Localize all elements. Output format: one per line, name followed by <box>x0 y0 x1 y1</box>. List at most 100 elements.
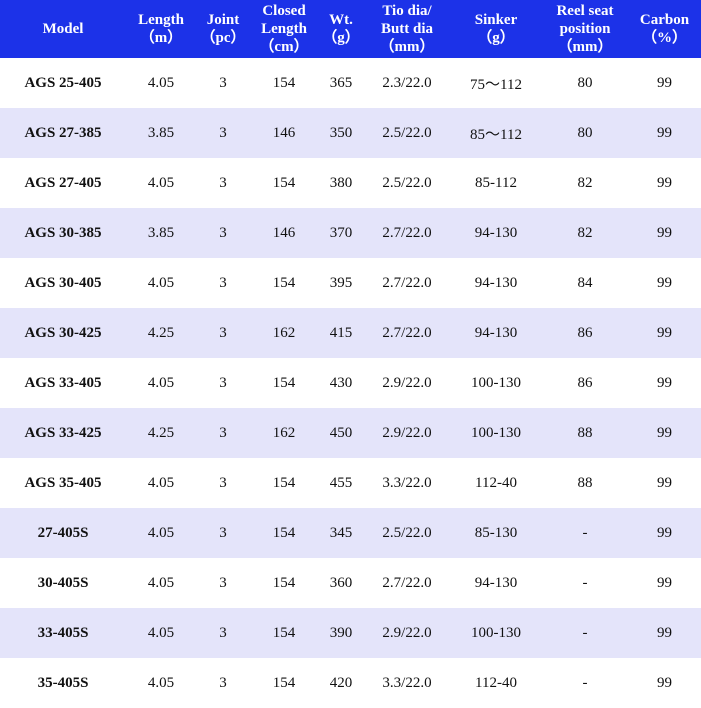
cell-length: 3.85 <box>126 208 196 258</box>
column-header-closed-length: Closed Length （cm） <box>250 0 318 58</box>
column-header-line: position <box>559 21 611 37</box>
table-row: AGS 33-425 4.25 3 162 450 2.9/22.0 100-130 88 99 <box>0 408 701 458</box>
column-header-line: Wt. <box>329 12 353 28</box>
cell-carbon: 99 <box>628 58 701 108</box>
cell-joint: 3 <box>196 108 250 158</box>
table-row: AGS 30-425 4.25 3 162 415 2.7/22.0 94-130 86 99 <box>0 308 701 358</box>
cell-sinker: 112-40 <box>450 458 542 508</box>
cell-sinker: 85～112 <box>450 108 542 158</box>
cell-weight: 455 <box>318 458 364 508</box>
cell-sinker: 94-130 <box>450 258 542 308</box>
cell-length: 4.05 <box>126 608 196 658</box>
cell-model: AGS 27-405 <box>0 158 126 208</box>
cell-joint: 3 <box>196 458 250 508</box>
cell-joint: 3 <box>196 308 250 358</box>
table-row: AGS 33-405 4.05 3 154 430 2.9/22.0 100-130 86 99 <box>0 358 701 408</box>
cell-length: 4.25 <box>126 308 196 358</box>
column-header-line: （cm） <box>259 39 309 55</box>
cell-joint: 3 <box>196 208 250 258</box>
column-header-sinker: Sinker （g） <box>450 0 542 58</box>
cell-carbon: 99 <box>628 358 701 408</box>
cell-length: 4.05 <box>126 508 196 558</box>
cell-weight: 430 <box>318 358 364 408</box>
table-row: AGS 30-405 4.05 3 154 395 2.7/22.0 94-130 84 99 <box>0 258 701 308</box>
column-header-line: （%） <box>641 30 687 46</box>
cell-closed-length: 154 <box>250 608 318 658</box>
cell-reel-seat-position: 88 <box>542 408 628 458</box>
cell-carbon: 99 <box>628 108 701 158</box>
cell-tip-butt-dia: 3.3/22.0 <box>364 658 450 708</box>
cell-sinker: 85-130 <box>450 508 542 558</box>
cell-weight: 345 <box>318 508 364 558</box>
cell-reel-seat-position: 86 <box>542 358 628 408</box>
cell-tip-butt-dia: 2.7/22.0 <box>364 258 450 308</box>
cell-tip-butt-dia: 2.9/22.0 <box>364 608 450 658</box>
cell-reel-seat-position: 80 <box>542 108 628 158</box>
column-header-line: Length <box>138 12 184 28</box>
cell-model: AGS 35-405 <box>0 458 126 508</box>
column-header-line: （m） <box>139 30 183 46</box>
cell-length: 4.05 <box>126 658 196 708</box>
column-header-line: Length <box>261 21 307 37</box>
cell-model: AGS 33-405 <box>0 358 126 408</box>
cell-model: AGS 30-425 <box>0 308 126 358</box>
cell-model: AGS 27-385 <box>0 108 126 158</box>
table-body: AGS 25-405 4.05 3 154 365 2.3/22.0 75～112 80 99 A… <box>0 58 701 708</box>
cell-carbon: 99 <box>628 308 701 358</box>
cell-length: 4.05 <box>126 558 196 608</box>
cell-length: 4.25 <box>126 408 196 458</box>
column-header-line: Tio dia/ <box>382 3 432 19</box>
column-header-line: （g） <box>477 30 515 46</box>
column-header-line: （pc） <box>200 30 246 46</box>
table-row: AGS 27-405 4.05 3 154 380 2.5/22.0 85-112 82 99 <box>0 158 701 208</box>
cell-reel-seat-position: - <box>542 608 628 658</box>
cell-closed-length: 154 <box>250 458 318 508</box>
cell-sinker: 100-130 <box>450 408 542 458</box>
cell-length: 4.05 <box>126 458 196 508</box>
cell-carbon: 99 <box>628 508 701 558</box>
cell-carbon: 99 <box>628 408 701 458</box>
column-header-line: Carbon <box>639 12 690 28</box>
cell-closed-length: 154 <box>250 558 318 608</box>
cell-reel-seat-position: - <box>542 658 628 708</box>
cell-weight: 350 <box>318 108 364 158</box>
column-header-line: Reel seat <box>556 3 614 19</box>
cell-sinker: 94-130 <box>450 558 542 608</box>
cell-weight: 390 <box>318 608 364 658</box>
cell-joint: 3 <box>196 608 250 658</box>
cell-model: AGS 30-405 <box>0 258 126 308</box>
cell-joint: 3 <box>196 508 250 558</box>
column-header-line: Sinker <box>474 12 518 28</box>
column-header-line: Closed <box>262 3 306 19</box>
cell-closed-length: 154 <box>250 508 318 558</box>
table-row: AGS 35-405 4.05 3 154 455 3.3/22.0 112-40 88 99 <box>0 458 701 508</box>
cell-carbon: 99 <box>628 258 701 308</box>
cell-joint: 3 <box>196 158 250 208</box>
cell-sinker: 94-130 <box>450 308 542 358</box>
cell-model: AGS 30-385 <box>0 208 126 258</box>
cell-joint: 3 <box>196 258 250 308</box>
cell-length: 4.05 <box>126 258 196 308</box>
table-row: AGS 27-385 3.85 3 146 350 2.5/22.0 85～112 80 99 <box>0 108 701 158</box>
table-row: 27-405S 4.05 3 154 345 2.5/22.0 85-130-99 <box>0 508 701 558</box>
cell-tip-butt-dia: 2.5/22.0 <box>364 108 450 158</box>
column-header-length: Length （m） <box>126 0 196 58</box>
cell-closed-length: 154 <box>250 158 318 208</box>
column-header-tip-butt-dia: Tio dia/Butt dia （mm） <box>364 0 450 58</box>
table-row: 35-405S 4.05 3 154 420 3.3/22.0 112-40-99 <box>0 658 701 708</box>
cell-carbon: 99 <box>628 558 701 608</box>
cell-tip-butt-dia: 2.7/22.0 <box>364 558 450 608</box>
cell-joint: 3 <box>196 558 250 608</box>
cell-carbon: 99 <box>628 658 701 708</box>
cell-reel-seat-position: 82 <box>542 158 628 208</box>
column-header-line: Butt dia <box>380 21 434 37</box>
column-header-joint: Joint （pc） <box>196 0 250 58</box>
cell-model: AGS 25-405 <box>0 58 126 108</box>
cell-sinker: 112-40 <box>450 658 542 708</box>
cell-closed-length: 154 <box>250 258 318 308</box>
cell-model: 33-405S <box>0 608 126 658</box>
cell-joint: 3 <box>196 358 250 408</box>
cell-model: 30-405S <box>0 558 126 608</box>
cell-sinker: 100-130 <box>450 608 542 658</box>
column-header-carbon: Carbon （%） <box>628 0 701 58</box>
